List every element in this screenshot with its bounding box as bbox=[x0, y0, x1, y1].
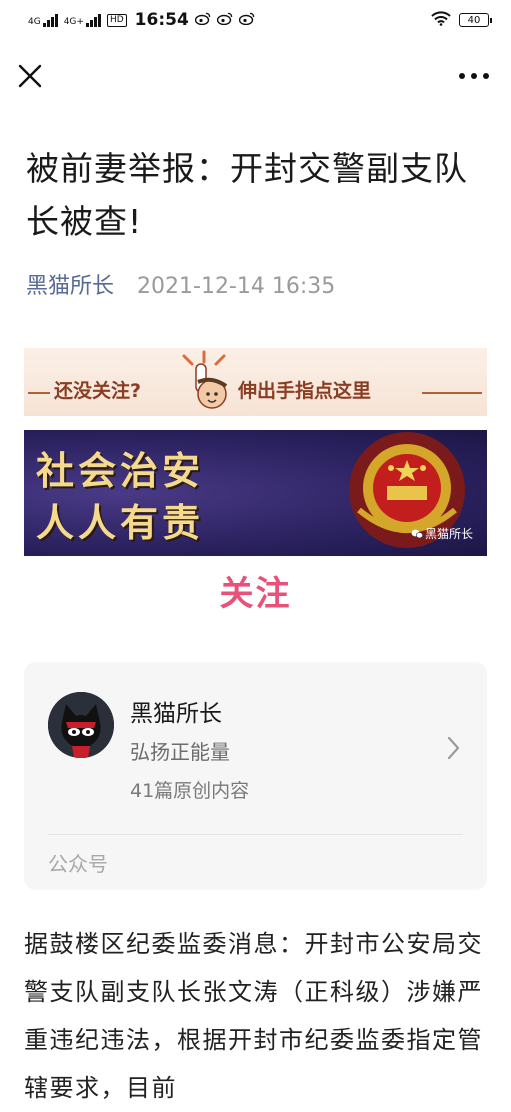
wifi-icon bbox=[431, 10, 451, 30]
weibo-icon bbox=[216, 12, 233, 29]
signal-icon-2: 4G+ bbox=[64, 13, 101, 27]
battery-icon: 40 bbox=[459, 13, 492, 27]
network-label-2: 4G+ bbox=[63, 17, 84, 27]
more-icon[interactable] bbox=[459, 66, 493, 86]
publish-date: 2021-12-14 16:35 bbox=[137, 274, 336, 299]
status-right: 40 bbox=[431, 10, 492, 30]
account-count: 41篇原创内容 bbox=[130, 780, 250, 802]
follow-text: 关注 bbox=[219, 574, 292, 614]
status-bar: 4G 4G+ HD 16:54 40 bbox=[0, 0, 511, 40]
close-icon[interactable] bbox=[16, 62, 44, 90]
account-slogan: 弘扬正能量 bbox=[130, 740, 230, 764]
slogan-line-1: 社会治安 bbox=[36, 449, 205, 493]
signal-icon: 4G bbox=[28, 13, 58, 27]
article-title: 被前妻举报：开封交警副支队长被查! bbox=[26, 149, 468, 241]
weibo-icon bbox=[238, 12, 255, 29]
article-meta: 黑猫所长 2021-12-14 16:35 bbox=[26, 268, 335, 300]
watermark-text: 黑猫所长 bbox=[424, 527, 473, 541]
article-body: 据鼓楼区纪委监委消息：开封市公安局交警支队副支队长张文涛（正科级）涉嫌严重违纪违… bbox=[24, 930, 483, 1102]
status-left: 4G 4G+ HD 16:54 bbox=[28, 10, 255, 30]
slogan-line-2: 人人有责 bbox=[36, 501, 205, 545]
watermark: 黑猫所长 bbox=[411, 525, 473, 542]
banner-top-left-text: 还没关注? bbox=[54, 380, 142, 402]
network-label-1: 4G bbox=[28, 17, 41, 27]
banner-slogan: 社会治安 人人有责 黑猫所长 bbox=[24, 430, 487, 556]
banner-follow-strip: 还没关注? 伸出手指点这里 bbox=[24, 348, 487, 416]
account-type: 公众号 bbox=[48, 852, 108, 876]
chevron-right-icon bbox=[443, 734, 463, 762]
author-link[interactable]: 黑猫所长 bbox=[26, 274, 114, 299]
hd-icon: HD bbox=[106, 13, 127, 27]
card-divider bbox=[48, 834, 463, 835]
weibo-icon bbox=[194, 12, 211, 29]
banner-top-right-text: 伸出手指点这里 bbox=[238, 380, 372, 402]
nav-bar bbox=[0, 50, 511, 102]
pointing-finger-icon bbox=[174, 350, 234, 414]
account-name: 黑猫所长 bbox=[130, 701, 222, 727]
status-time: 16:54 bbox=[134, 10, 189, 30]
banner-image[interactable]: 还没关注? 伸出手指点这里 社会治安 人人有责 黑猫所长 bbox=[24, 348, 487, 556]
avatar bbox=[48, 692, 114, 758]
account-card[interactable]: 黑猫所长 弘扬正能量 41篇原创内容 公众号 bbox=[24, 662, 487, 890]
